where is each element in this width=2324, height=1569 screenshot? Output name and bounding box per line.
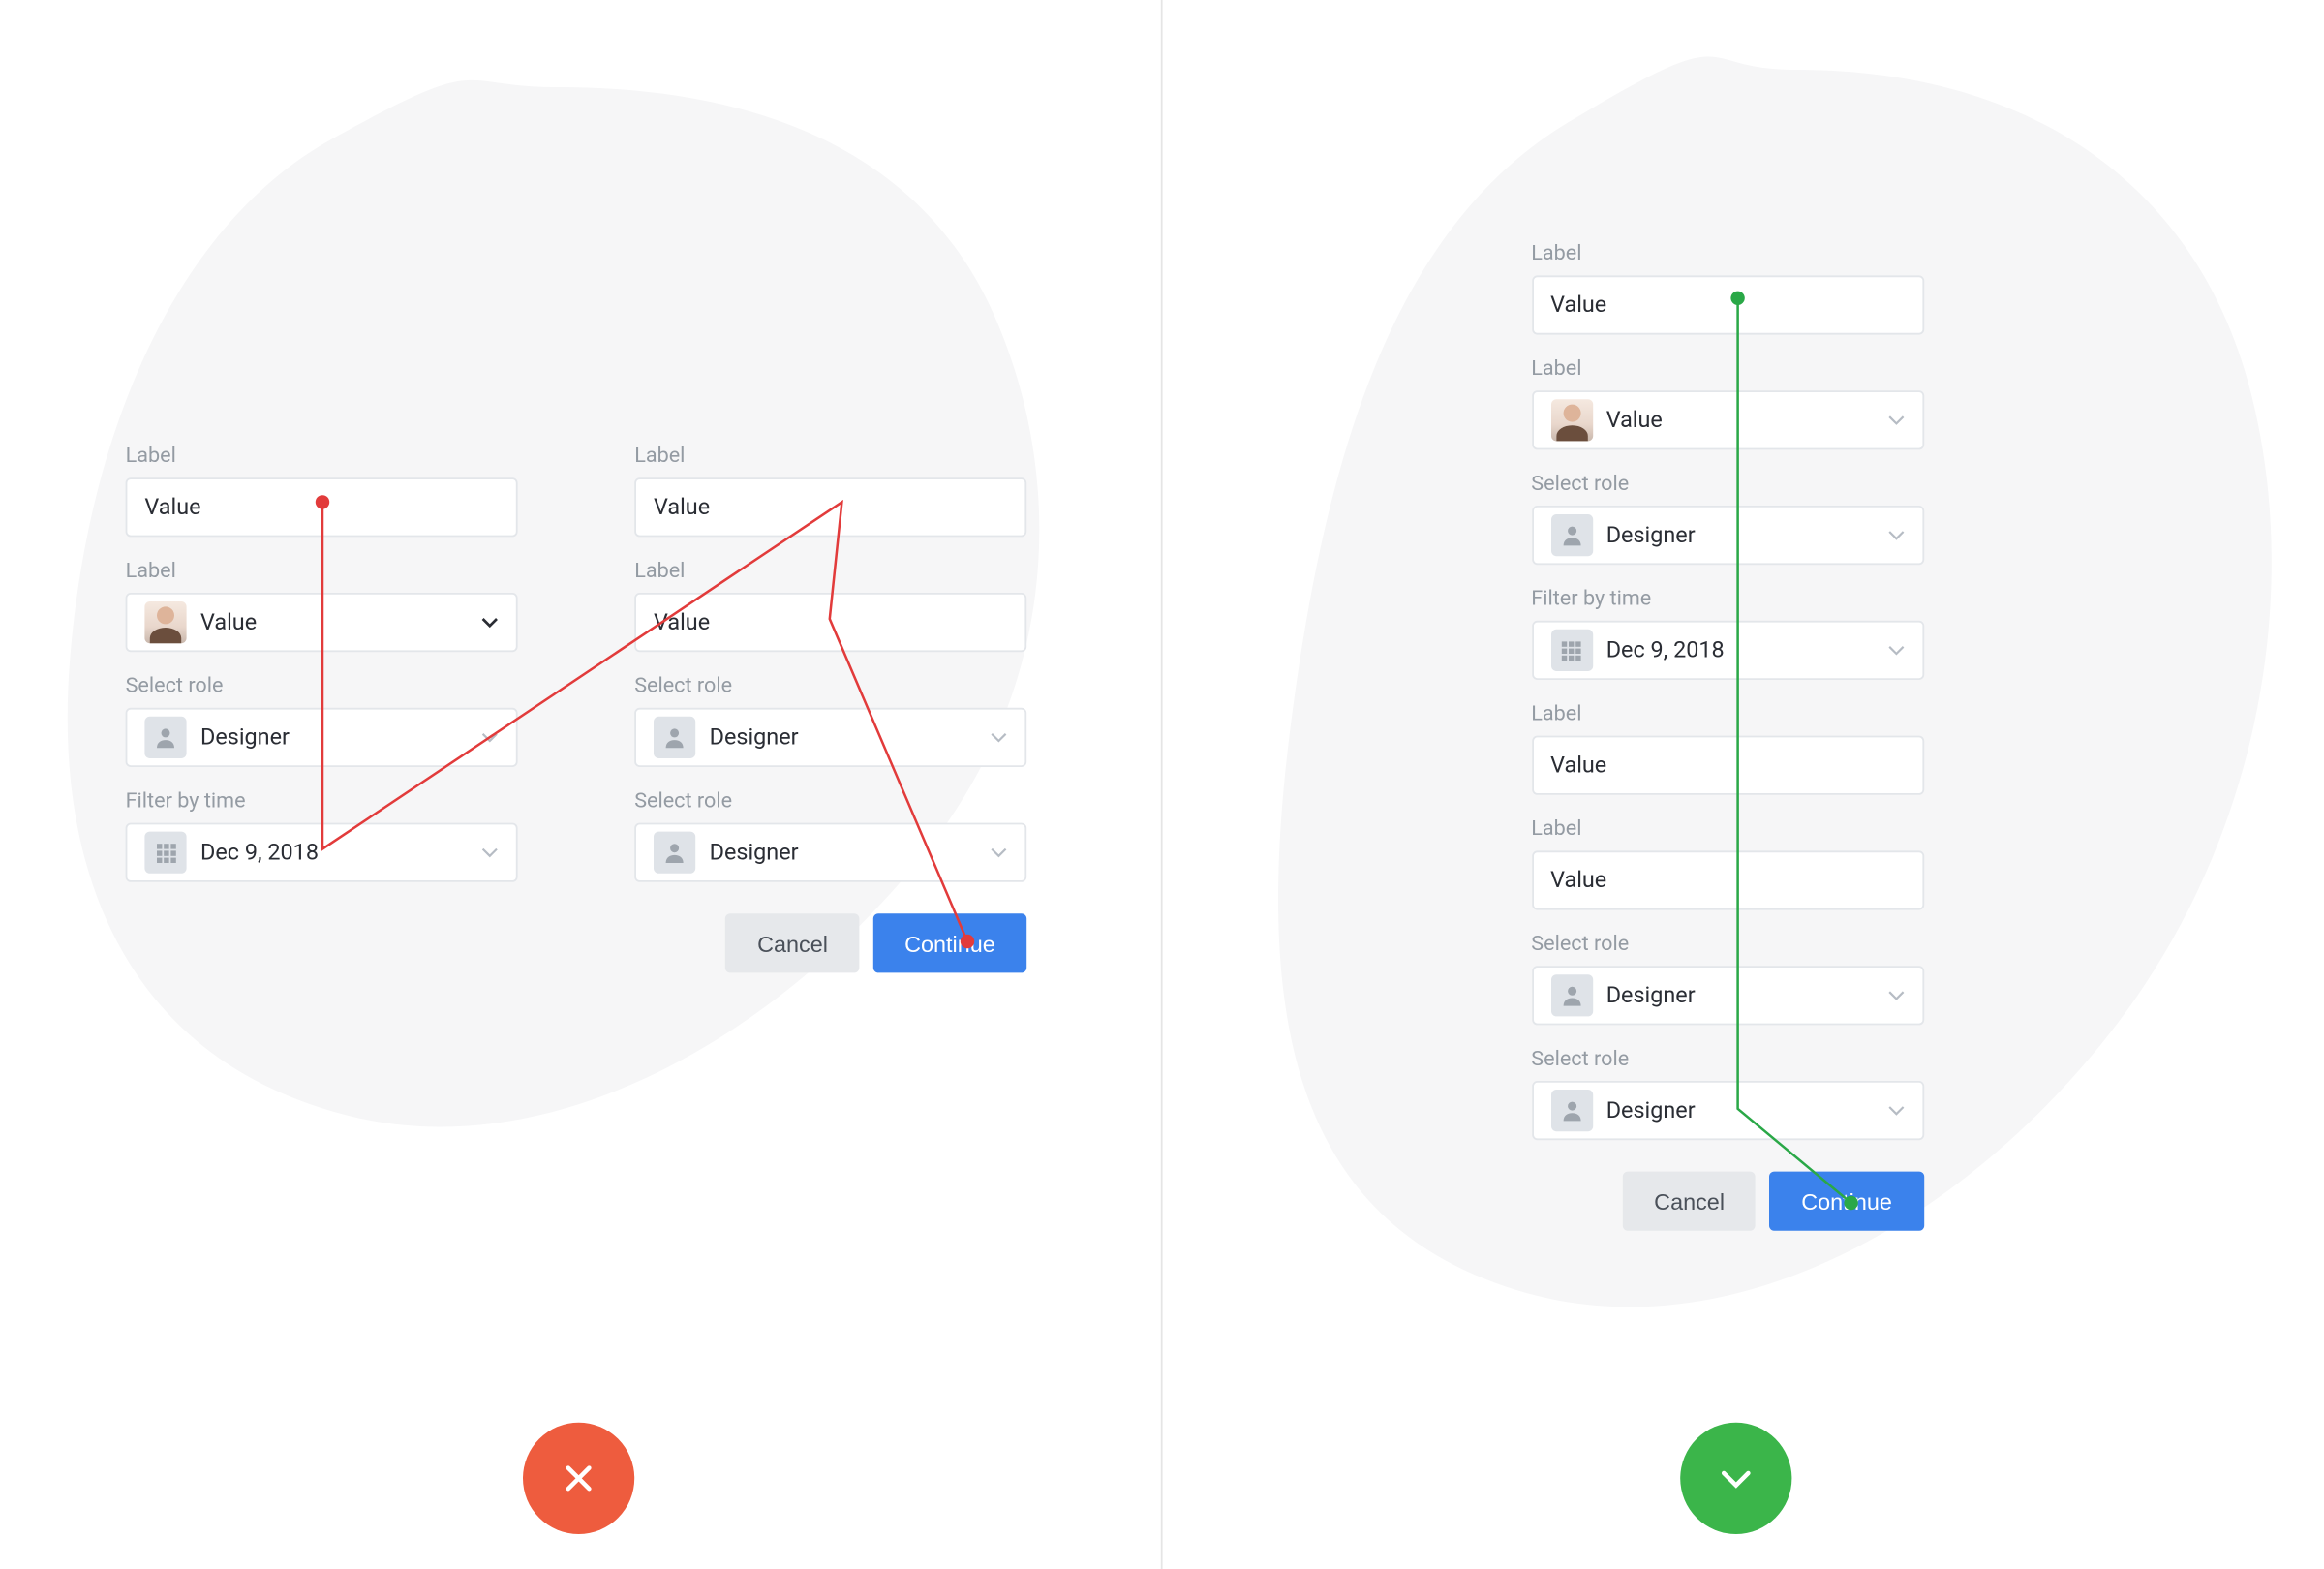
close-icon bbox=[558, 1458, 599, 1499]
role-select[interactable]: Designer bbox=[634, 708, 1026, 767]
field-label: Select role bbox=[634, 788, 1026, 813]
chevron-down-icon bbox=[1887, 412, 1905, 429]
calendar-icon bbox=[1550, 630, 1592, 671]
avatar-select[interactable]: Value bbox=[126, 593, 518, 652]
calendar-icon bbox=[144, 832, 186, 874]
role-select[interactable]: Designer bbox=[1531, 506, 1923, 565]
good-badge bbox=[1680, 1423, 1791, 1534]
field-label: Label bbox=[126, 443, 518, 467]
field-label: Label bbox=[1531, 815, 1923, 840]
text-input[interactable]: Value bbox=[1531, 850, 1923, 909]
cancel-button[interactable]: Cancel bbox=[726, 913, 860, 972]
field-label: Select role bbox=[1531, 1046, 1923, 1070]
continue-button[interactable]: Continue bbox=[873, 913, 1026, 972]
person-icon bbox=[654, 717, 695, 758]
role-select[interactable]: Designer bbox=[1531, 966, 1923, 1025]
chevron-down-icon bbox=[481, 728, 499, 746]
field-label: Label bbox=[1531, 240, 1923, 264]
avatar-select[interactable]: Value bbox=[1531, 390, 1923, 449]
role-select[interactable]: Designer bbox=[126, 708, 518, 767]
field-label: Select role bbox=[126, 673, 518, 697]
chevron-down-icon bbox=[990, 728, 1007, 746]
text-input[interactable]: Value bbox=[1531, 275, 1923, 334]
date-select[interactable]: Dec 9, 2018 bbox=[1531, 621, 1923, 680]
chevron-down-icon bbox=[1887, 987, 1905, 1004]
continue-button[interactable]: Continue bbox=[1770, 1172, 1923, 1231]
avatar-icon bbox=[144, 601, 186, 643]
date-select[interactable]: Dec 9, 2018 bbox=[126, 823, 518, 882]
field-label: Filter by time bbox=[126, 788, 518, 813]
person-icon bbox=[1550, 974, 1592, 1016]
bad-badge bbox=[523, 1423, 634, 1534]
field-label: Label bbox=[634, 443, 1026, 467]
cancel-button[interactable]: Cancel bbox=[1623, 1172, 1757, 1231]
person-icon bbox=[654, 832, 695, 874]
field-label: Select role bbox=[1531, 471, 1923, 495]
person-icon bbox=[1550, 1090, 1592, 1131]
avatar-icon bbox=[1550, 399, 1592, 441]
text-input[interactable]: Value bbox=[634, 593, 1026, 652]
person-icon bbox=[1550, 514, 1592, 556]
field-label: Label bbox=[1531, 701, 1923, 725]
chevron-down-icon bbox=[1715, 1458, 1757, 1499]
chevron-down-icon bbox=[481, 614, 499, 631]
field-label: Label bbox=[634, 558, 1026, 582]
text-input[interactable]: Value bbox=[1531, 736, 1923, 795]
field-label: Label bbox=[1531, 355, 1923, 380]
chevron-down-icon bbox=[481, 844, 499, 861]
role-select[interactable]: Designer bbox=[634, 823, 1026, 882]
chevron-down-icon bbox=[990, 844, 1007, 861]
field-label: Select role bbox=[1531, 931, 1923, 955]
field-label: Select role bbox=[634, 673, 1026, 697]
chevron-down-icon bbox=[1887, 527, 1905, 544]
text-input[interactable]: Value bbox=[634, 477, 1026, 537]
person-icon bbox=[144, 717, 186, 758]
field-label: Filter by time bbox=[1531, 586, 1923, 610]
text-input[interactable]: Value bbox=[126, 477, 518, 537]
chevron-down-icon bbox=[1887, 641, 1905, 659]
role-select[interactable]: Designer bbox=[1531, 1081, 1923, 1140]
chevron-down-icon bbox=[1887, 1102, 1905, 1120]
field-label: Label bbox=[126, 558, 518, 582]
